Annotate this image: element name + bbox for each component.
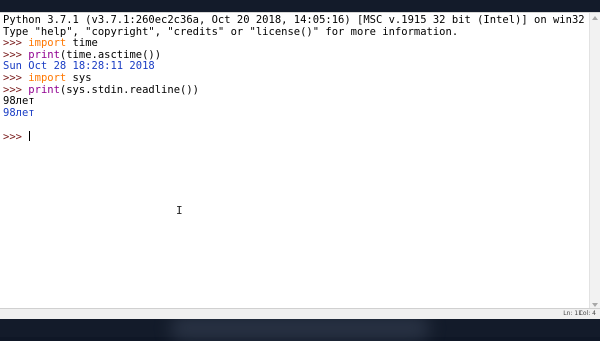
code-text: (time.asctime()) (59, 48, 162, 61)
output-text: Sun Oct 28 18:28:11 2018 (3, 60, 155, 73)
current-input-line[interactable]: >>> (3, 130, 588, 143)
shell-console[interactable]: Python 3.7.1 (v3.7.1:260ec2c36a, Oct 20 … (3, 14, 588, 309)
stdin-line: 98лет (3, 95, 588, 108)
builtin-name: print (28, 83, 60, 96)
python-shell-window[interactable]: Python 3.7.1 (v3.7.1:260ec2c36a, Oct 20 … (0, 12, 600, 319)
output-text: 98лет (3, 106, 35, 119)
code-text: time (66, 37, 98, 50)
prompt: >>> (3, 83, 29, 96)
prompt: >>> (3, 130, 29, 143)
scroll-down-icon[interactable] (592, 303, 598, 307)
keyword: import (28, 71, 67, 84)
scroll-up-icon[interactable] (592, 16, 598, 20)
input-line: >>> print(sys.stdin.readline()) (3, 83, 588, 97)
text-cursor-icon: I (176, 204, 183, 217)
status-bar: Ln: 11 Col: 4 (0, 308, 600, 319)
prompt: >>> (3, 71, 29, 84)
prompt: >>> (3, 48, 29, 61)
stdin-text: 98лет (3, 95, 35, 108)
prompt: >>> (3, 37, 29, 50)
builtin-name: print (28, 48, 60, 61)
banner-text: Python 3.7.1 (v3.7.1:260ec2c36a, Oct 20 … (3, 14, 585, 26)
output-line: 98лет (3, 106, 588, 120)
column-number: Col: 4 (578, 310, 596, 317)
vertical-scrollbar[interactable] (589, 13, 600, 310)
keyword: import (28, 37, 67, 50)
banner-text: Type "help", "copyright", "credits" or "… (3, 25, 459, 38)
code-text: (sys.stdin.readline()) (59, 83, 199, 96)
code-text: sys (66, 71, 92, 84)
caret (29, 130, 31, 141)
